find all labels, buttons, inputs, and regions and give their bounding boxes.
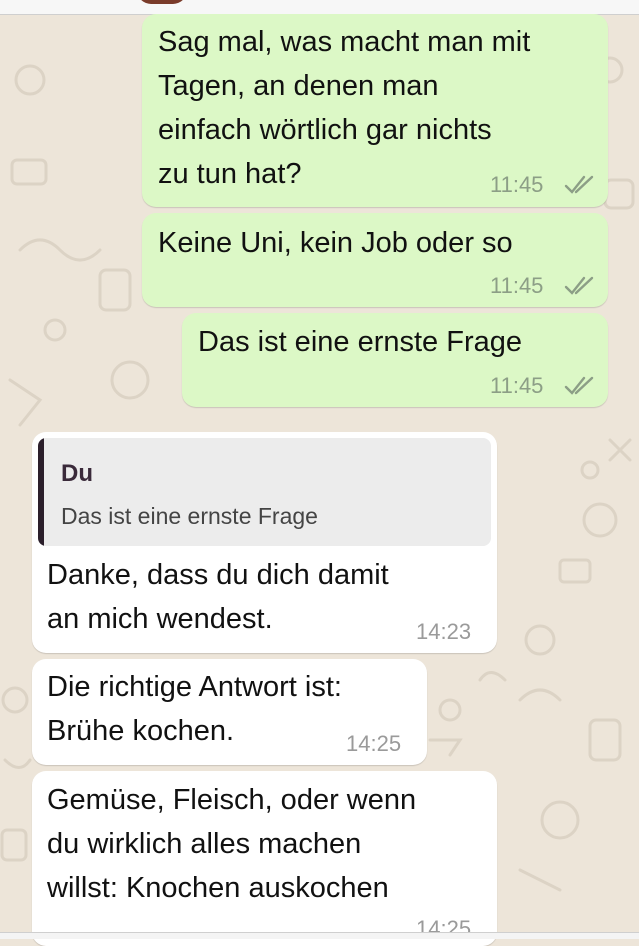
- message-text: Gemüse, Fleisch, oder wenn du wirklich a…: [47, 784, 417, 904]
- message-text: Das ist eine ernste Frage: [198, 326, 522, 358]
- message-time: 14:23: [416, 619, 472, 644]
- message-bubble-incoming[interactable]: Die richtige Antwort ist: Brühe kochen. …: [32, 659, 427, 765]
- message-text: Keine Uni, kein Job oder so: [158, 227, 513, 259]
- message-bubble-incoming[interactable]: Gemüse, Fleisch, oder wenn du wirklich a…: [32, 771, 497, 946]
- quote-bar: [38, 438, 44, 546]
- double-check-icon: [564, 175, 594, 194]
- message-bubble-outgoing[interactable]: Das ist eine ernste Frage 11:45: [182, 313, 608, 407]
- message-bubble-outgoing[interactable]: Keine Uni, kein Job oder so 11:45: [142, 213, 608, 307]
- message-text: Sag mal, was macht man mit Tagen, an den…: [158, 26, 531, 190]
- message-bubble-incoming[interactable]: Du Das ist eine ernste Frage Danke, dass…: [32, 432, 497, 653]
- message-text: Danke, dass du dich damit an mich wendes…: [47, 559, 389, 635]
- quoted-message[interactable]: Du Das ist eine ernste Frage: [38, 438, 491, 546]
- message-time: 11:45: [490, 273, 544, 298]
- quote-author: Du: [61, 460, 93, 487]
- top-bar: [0, 0, 639, 15]
- message-time: 11:45: [490, 373, 544, 398]
- message-text: Die richtige Antwort ist: Brühe kochen.: [47, 671, 342, 747]
- message-bubble-outgoing[interactable]: Sag mal, was macht man mit Tagen, an den…: [142, 14, 608, 207]
- quote-text: Das ist eine ernste Frage: [61, 503, 318, 529]
- double-check-icon: [564, 376, 594, 395]
- message-time: 11:45: [490, 172, 544, 197]
- message-time: 14:25: [346, 731, 402, 756]
- bottom-bar: [0, 932, 639, 939]
- avatar: [137, 0, 187, 4]
- double-check-icon: [564, 276, 594, 295]
